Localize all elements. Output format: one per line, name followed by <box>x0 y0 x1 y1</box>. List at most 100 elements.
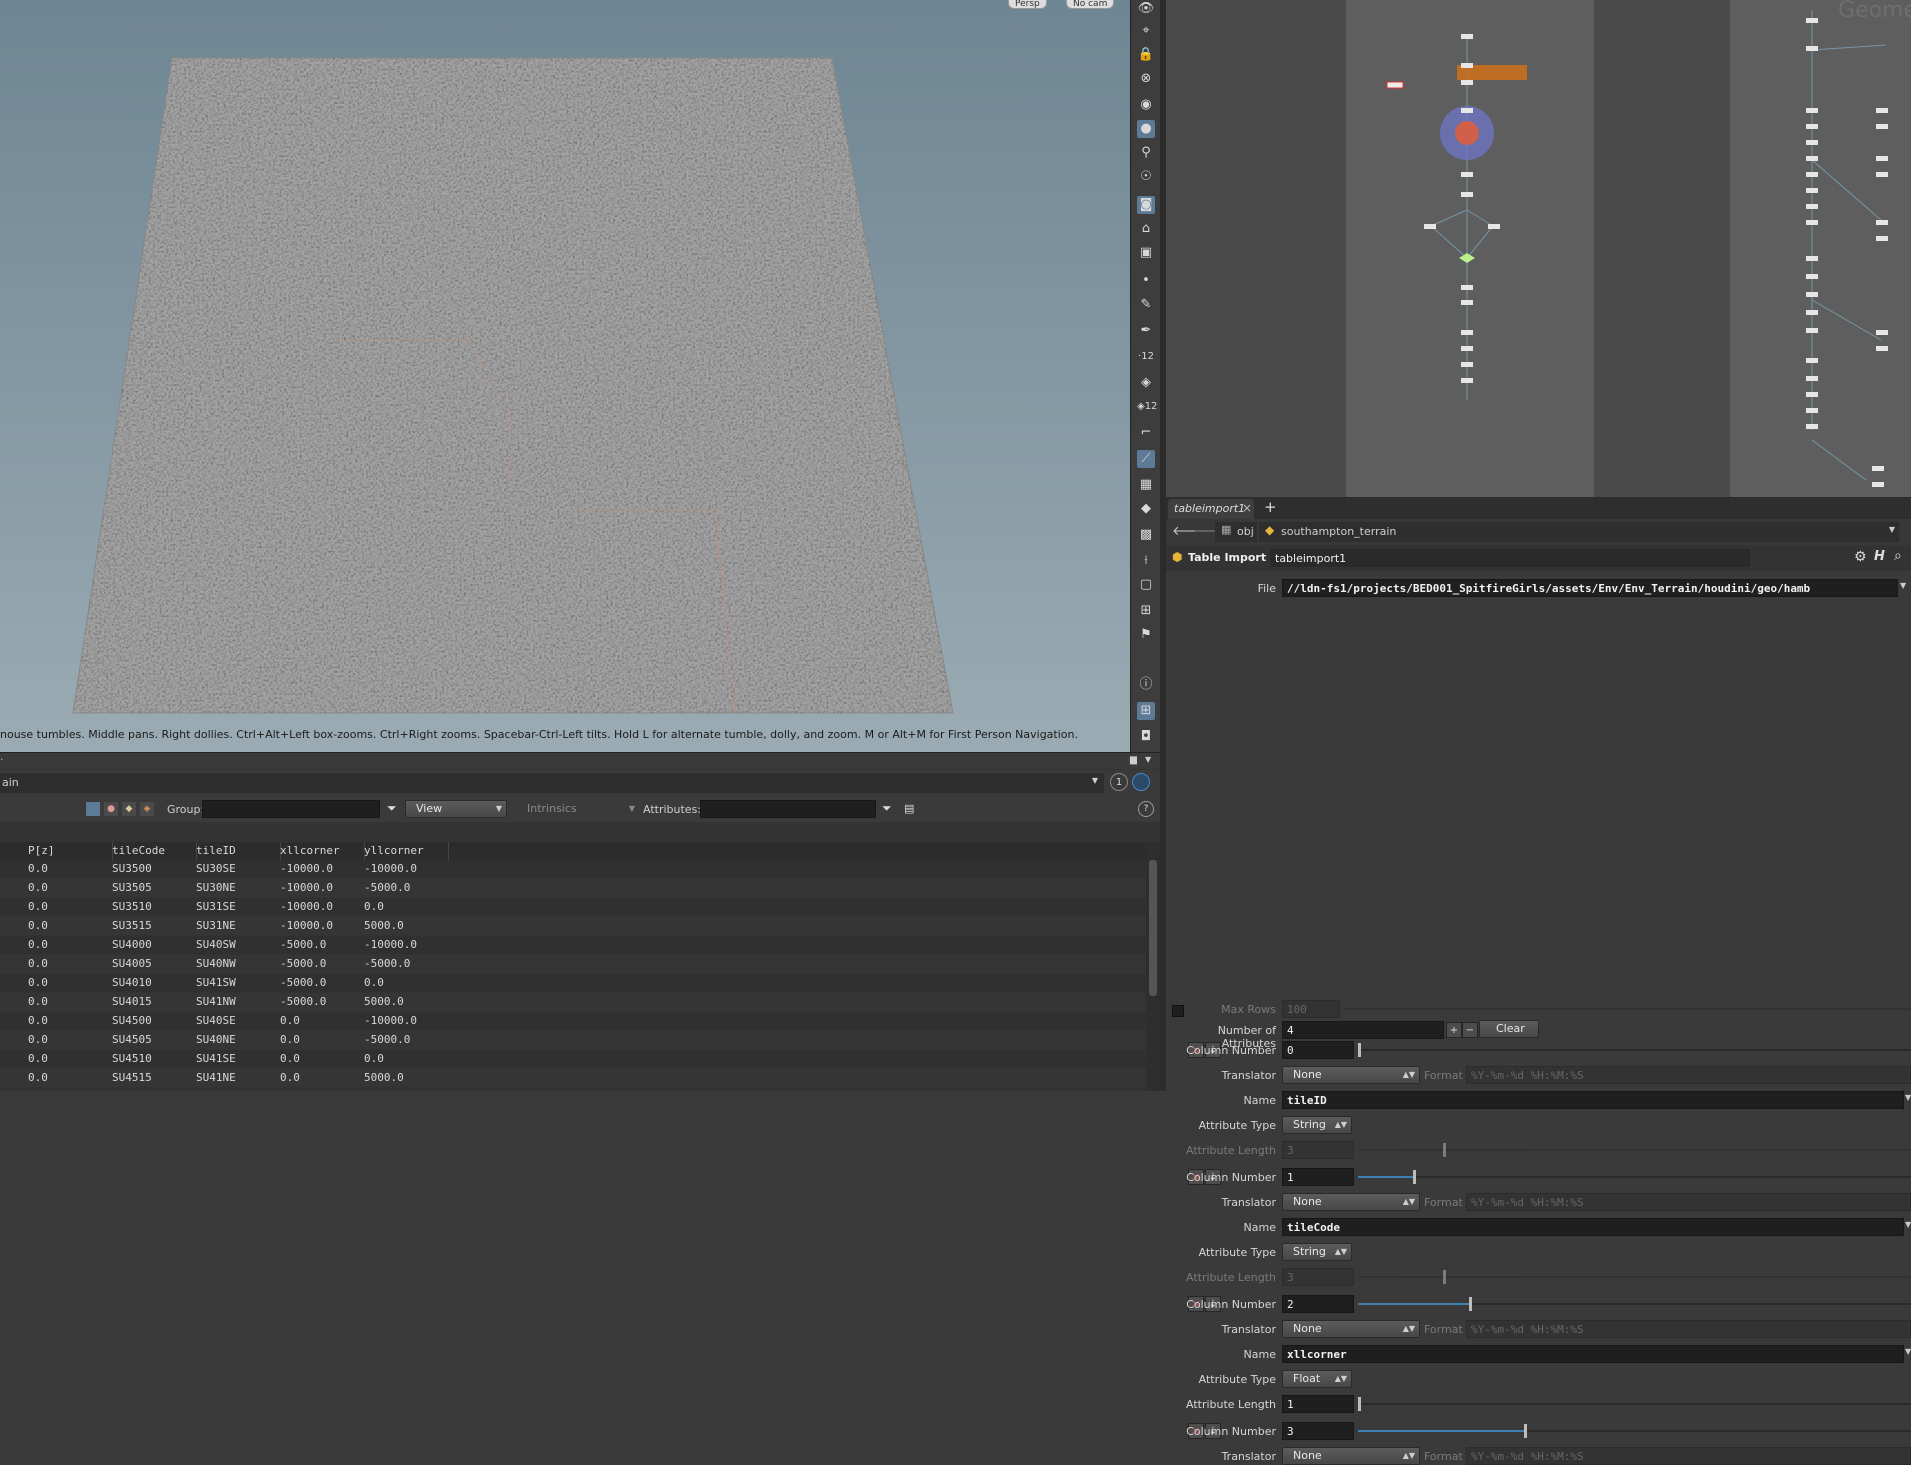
filter-icon[interactable]: ⏷ <box>387 801 397 816</box>
attribute-length-field[interactable]: 1 <box>1282 1395 1354 1413</box>
column-number-field[interactable]: 0 <box>1282 1041 1354 1059</box>
chevron-down-icon[interactable]: ▼ <box>1092 776 1098 785</box>
tool-icon[interactable]: ◆ <box>1137 500 1155 518</box>
attributes-field[interactable] <box>700 800 876 818</box>
sheet-scrollbar[interactable] <box>1146 842 1160 1091</box>
attribute-length-slider[interactable] <box>1358 1395 1911 1413</box>
sheet-path-field[interactable]: ain ▼ <box>0 773 1104 793</box>
vertices-mode-icon[interactable]: ● <box>104 802 118 816</box>
normals-icon[interactable]: ⟋ <box>1137 450 1155 468</box>
scrollbar-thumb[interactable] <box>1149 860 1157 996</box>
column-number-field[interactable]: 1 <box>1282 1168 1354 1186</box>
column-number-slider[interactable] <box>1358 1422 1911 1440</box>
table-row[interactable]: 0.0 SU4015 SU41NW -5000.0 5000.0 <box>0 993 1146 1011</box>
primitives-mode-icon[interactable]: ◆ <box>122 802 136 816</box>
attribute-length-field[interactable]: 3 <box>1282 1268 1354 1286</box>
table-row[interactable]: 0.0 SU4010 SU41SW -5000.0 0.0 <box>0 974 1146 992</box>
column-header[interactable]: yllcorner <box>364 842 449 860</box>
pane-menu-icon[interactable]: ▼ <box>1145 755 1151 764</box>
camera-select-button[interactable]: No cam <box>1066 0 1115 9</box>
column-number-field[interactable]: 2 <box>1282 1295 1354 1313</box>
edges-icon[interactable]: ⌐ <box>1137 424 1155 442</box>
format-field[interactable]: %Y-%m-%d %H:%M:%S <box>1466 1193 1911 1211</box>
format-field[interactable]: %Y-%m-%d %H:%M:%S <box>1466 1320 1911 1338</box>
table-row[interactable]: 0.0 SU4510 SU41SE 0.0 0.0 <box>0 1050 1146 1068</box>
translator-menu[interactable]: None ▲▼ <box>1282 1447 1420 1465</box>
handle-icon[interactable]: ⟊ <box>1137 552 1155 570</box>
sphere-icon[interactable]: ◉ <box>1137 96 1155 114</box>
prim-numbers-icon[interactable]: ◈12 <box>1137 398 1157 416</box>
attribute-length-slider[interactable] <box>1358 1268 1911 1286</box>
table-row[interactable]: 0.0 SU4000 SU40SW -5000.0 -10000.0 <box>0 936 1146 954</box>
pin-icon[interactable]: ⚲ <box>1137 144 1155 162</box>
attribute-length-field[interactable]: 3 <box>1282 1141 1354 1159</box>
detail-mode-icon[interactable]: ◈ <box>140 802 154 816</box>
prim-icon[interactable]: ◈ <box>1137 374 1155 392</box>
point-numbers-icon[interactable]: ·12 <box>1137 348 1155 366</box>
camera-icon[interactable]: ◙ <box>1137 196 1155 214</box>
column-number-slider[interactable] <box>1358 1295 1911 1313</box>
display-options-icon[interactable]: 👁 <box>1137 0 1155 18</box>
format-field[interactable]: %Y-%m-%d %H:%M:%S <box>1466 1447 1911 1465</box>
column-number-slider[interactable] <box>1358 1168 1911 1186</box>
table-row[interactable]: 0.0 SU4500 SU40SE 0.0 -10000.0 <box>0 1012 1146 1030</box>
attribute-type-menu[interactable]: Float ▲▼ <box>1282 1370 1352 1388</box>
camera-persp-button[interactable]: Persp <box>1008 0 1047 9</box>
scene-viewport[interactable]: Persp No cam nouse tumbles. Middle pans.… <box>0 0 1130 752</box>
table-row[interactable]: 0.0 SU3515 SU31NE -10000.0 5000.0 <box>0 917 1146 935</box>
column-header[interactable]: tileCode <box>112 842 197 860</box>
attribute-name-field[interactable]: xllcorner <box>1282 1345 1904 1363</box>
attribute-type-menu[interactable]: String ▲▼ <box>1282 1116 1352 1134</box>
viewport-camera-icon[interactable]: ◘ <box>1137 728 1155 746</box>
column-header[interactable]: P[z] <box>28 842 113 860</box>
layout-icon[interactable]: ⊞ <box>1137 702 1155 720</box>
box-icon[interactable]: ▢ <box>1137 576 1155 594</box>
points-icon[interactable]: • <box>1137 272 1155 290</box>
table-row[interactable]: 0.0 SU3500 SU30SE -10000.0 -10000.0 <box>0 860 1146 878</box>
pane-layout-icon[interactable]: ▆ <box>1130 755 1137 765</box>
chevron-down-icon[interactable]: ▼ <box>1905 1347 1911 1356</box>
lock-icon[interactable]: 🔒 <box>1137 46 1155 64</box>
network-editor[interactable]: Geome <box>1166 0 1911 497</box>
render-icon[interactable]: ⊞ <box>1137 602 1155 620</box>
pin-1-icon[interactable]: 1 <box>1110 773 1128 791</box>
attr-filter-icon[interactable]: ⏷ <box>882 801 892 816</box>
select-tool-icon[interactable]: ⌖ <box>1137 22 1155 40</box>
attribute-length-slider[interactable] <box>1358 1141 1911 1159</box>
chevron-down-icon[interactable]: ▼ <box>1905 1220 1911 1229</box>
display-geo-icon[interactable]: ▩ <box>1137 526 1155 544</box>
translator-menu[interactable]: None ▲▼ <box>1282 1193 1420 1211</box>
info-icon[interactable]: ⓘ <box>1137 676 1155 694</box>
intrinsics-menu[interactable]: Intrinsics ▼ <box>517 800 639 818</box>
group-field[interactable] <box>202 800 380 818</box>
snapshot-icon[interactable]: ▣ <box>1137 244 1155 262</box>
brush-icon[interactable]: ✎ <box>1137 296 1155 314</box>
column-number-slider[interactable] <box>1358 1041 1911 1059</box>
link-icon[interactable] <box>1132 773 1150 791</box>
table-row[interactable]: 0.0 SU3505 SU30NE -10000.0 -5000.0 <box>0 879 1146 897</box>
headlight-icon[interactable]: ● <box>1137 120 1155 138</box>
table-row[interactable]: 0.0 SU4515 SU41NE 0.0 5000.0 <box>0 1069 1146 1087</box>
view-camera-icon[interactable]: ⌂ <box>1137 220 1155 238</box>
table-row[interactable]: 0.0 SU4505 SU40NE 0.0 -5000.0 <box>0 1031 1146 1049</box>
attribute-name-field[interactable]: tileCode <box>1282 1218 1904 1236</box>
pen-icon[interactable]: ✒ <box>1137 322 1155 340</box>
table-row[interactable]: 0.0 SU4005 SU40NW -5000.0 -5000.0 <box>0 955 1146 973</box>
location-icon[interactable]: ⚑ <box>1137 626 1155 644</box>
ghost-icon[interactable]: ⊗ <box>1137 70 1155 88</box>
translator-menu[interactable]: None ▲▼ <box>1282 1320 1420 1338</box>
columns-icon[interactable]: ▤ <box>904 802 914 815</box>
column-number-field[interactable]: 3 <box>1282 1422 1354 1440</box>
column-header[interactable]: tileID <box>196 842 281 860</box>
chevron-down-icon[interactable]: ▼ <box>1905 1093 1911 1102</box>
attribute-type-menu[interactable]: String ▲▼ <box>1282 1243 1352 1261</box>
translator-menu[interactable]: None ▲▼ <box>1282 1066 1420 1084</box>
light-icon[interactable]: ☉ <box>1137 168 1155 186</box>
points-mode-icon[interactable] <box>86 802 100 816</box>
view-menu[interactable]: View ▼ <box>405 800 507 818</box>
help-icon[interactable]: ? <box>1138 801 1154 817</box>
attribute-name-field[interactable]: tileID <box>1282 1091 1904 1109</box>
column-header[interactable]: xllcorner <box>280 842 365 860</box>
uv-icon[interactable]: ▦ <box>1137 476 1155 494</box>
format-field[interactable]: %Y-%m-%d %H:%M:%S <box>1466 1066 1911 1084</box>
